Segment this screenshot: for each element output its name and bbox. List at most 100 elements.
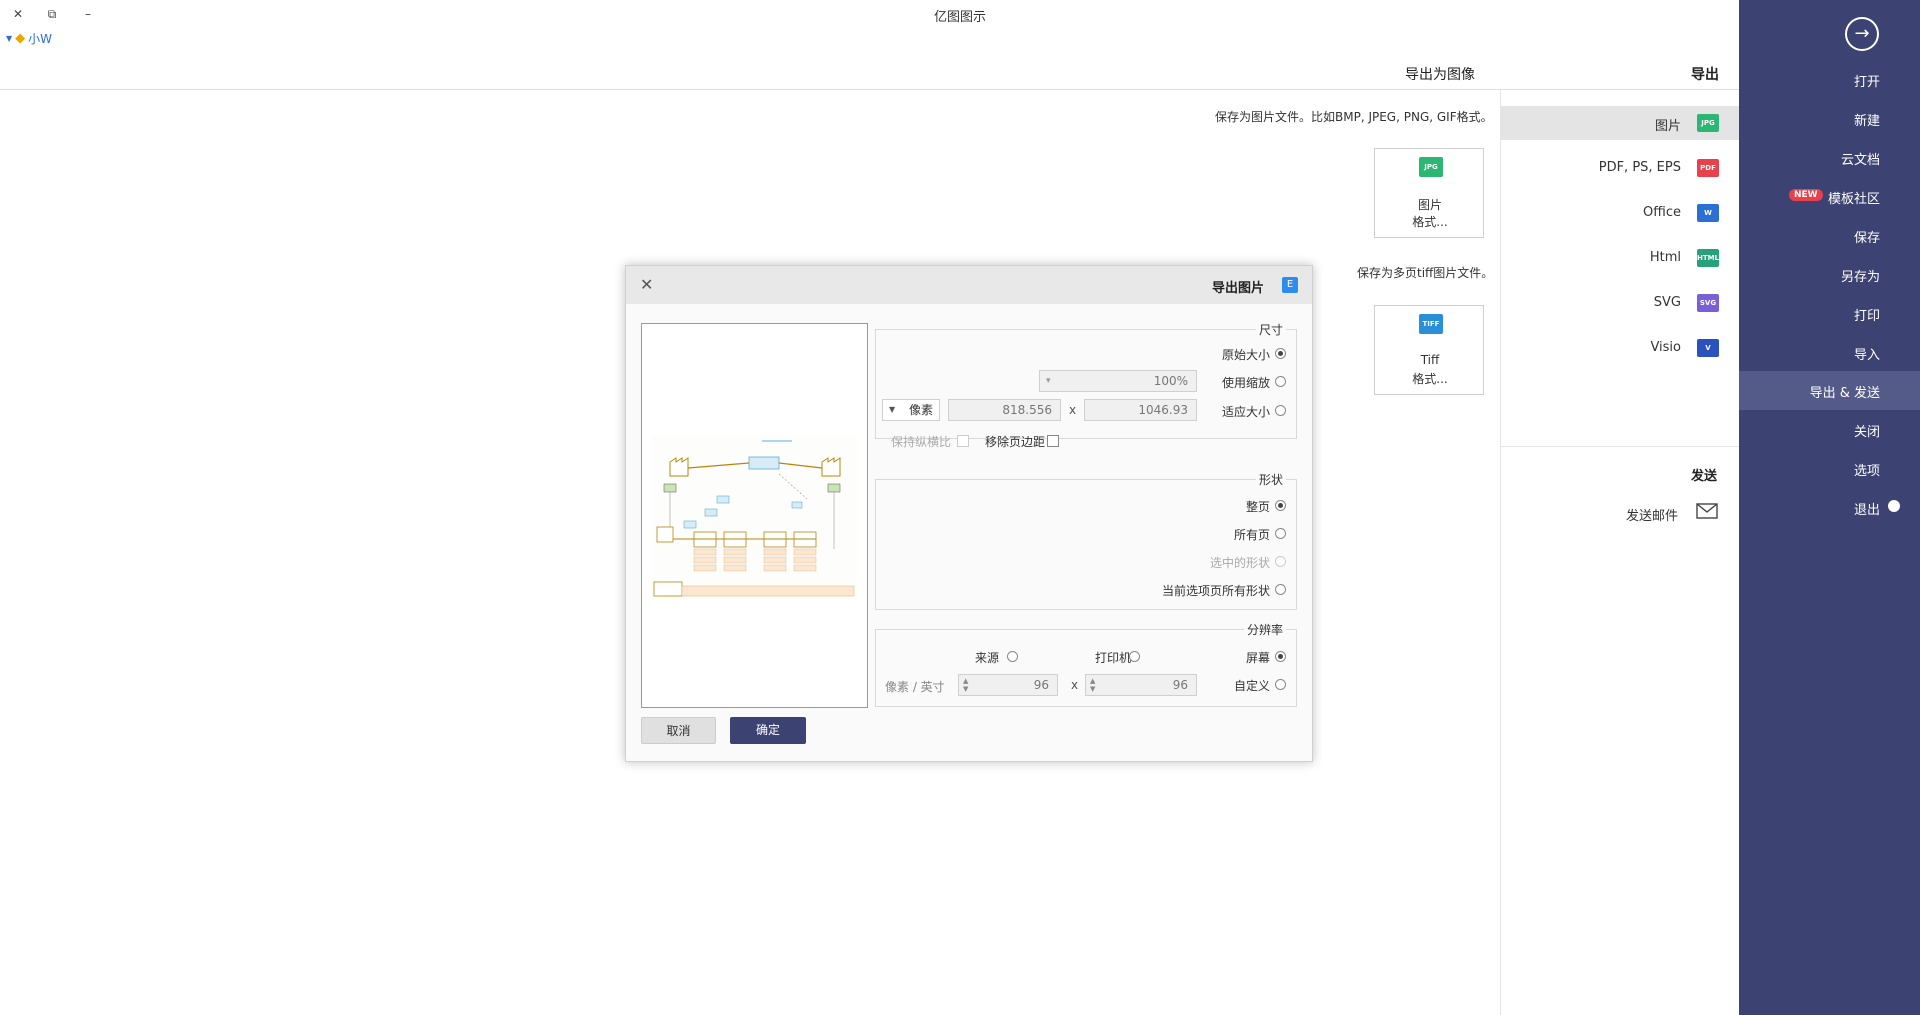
zoom-value: 100% — [1153, 374, 1188, 388]
back-arrow-icon[interactable]: → — [1845, 17, 1879, 51]
width-value: 1046.93 — [1138, 403, 1188, 417]
export-type-visio[interactable]: V Visio — [1501, 331, 1739, 365]
custom-radio[interactable] — [1275, 679, 1286, 690]
export-type-svg[interactable]: SVG SVG — [1501, 286, 1739, 320]
fit-size-radio[interactable] — [1275, 405, 1286, 416]
sidebar-item-label: 另存为 — [1840, 270, 1880, 285]
spinner-icon: ▲ ▼ — [963, 677, 969, 693]
sidebar-item-import[interactable]: 导入 — [1739, 333, 1920, 372]
current-page-shapes-label: 当前选项页所有形状 — [1161, 584, 1270, 598]
export-as-image-heading: 导出为图像 — [1405, 67, 1475, 83]
width-input[interactable]: 1046.93 — [1084, 399, 1197, 421]
sidebar-item-label: 打印 — [1853, 309, 1880, 324]
screen-radio[interactable] — [1275, 651, 1286, 662]
dpi-y-input[interactable]: ▲ ▼ 96 — [958, 674, 1058, 696]
html-icon: HTML — [1697, 249, 1719, 267]
dpi-x-input[interactable]: ▲ ▼ 96 — [1085, 674, 1197, 696]
dimension-separator: x — [1069, 403, 1077, 417]
shape-group: 形状 整页 所有页 选中的形状 当前选项页所有形状 — [875, 471, 1297, 610]
sidebar-item-print[interactable]: 打印 — [1739, 294, 1920, 333]
source-radio[interactable] — [1007, 651, 1018, 662]
chevron-down-icon: ▾ — [1046, 376, 1051, 386]
cancel-button[interactable]: 取消 — [641, 717, 716, 744]
sidebar-item-options[interactable]: 选项 — [1739, 449, 1920, 488]
exit-icon — [1888, 500, 1900, 512]
image-format-card[interactable]: JPG 图片 格式... — [1374, 148, 1484, 238]
printer-label: 打印机 — [1095, 651, 1132, 665]
sidebar-item-save-as[interactable]: 另存为 — [1739, 255, 1920, 294]
export-type-label: Office — [1643, 205, 1681, 220]
sidebar-item-label: 关闭 — [1853, 425, 1880, 440]
send-mail-label: 发送邮件 — [1626, 509, 1679, 524]
use-zoom-radio[interactable] — [1275, 376, 1286, 387]
dialog-titlebar: ✕ 导出图片 E — [626, 266, 1312, 304]
dpi-x-value: 96 — [1172, 678, 1188, 692]
group-title: 形状 — [1255, 471, 1286, 488]
title-bar: 亿图图示 ✕ ⧉ – — [0, 0, 1739, 28]
export-type-label: Html — [1649, 250, 1681, 265]
sidebar-item-exit[interactable]: 退出 — [1739, 488, 1920, 527]
close-icon[interactable]: ✕ — [8, 4, 28, 24]
all-pages-label: 所有页 — [1233, 528, 1270, 542]
current-page-shapes-radio[interactable] — [1275, 584, 1286, 595]
app-title: 亿图图示 — [933, 10, 986, 25]
chevron-down-icon: ▼ — [6, 34, 13, 43]
sidebar-item-template-community[interactable]: NEW 模板社区 — [1739, 177, 1920, 216]
tiff-format-card[interactable]: TIFF Tiff 格式... — [1374, 305, 1484, 395]
remove-margin-label: 移除页边距 — [985, 435, 1046, 449]
sidebar-item-label: 打开 — [1853, 75, 1880, 90]
export-type-pdf[interactable]: PDF PDF, PS, EPS — [1501, 151, 1739, 185]
resolution-group: 分辨率 屏幕 打印机 来源 自定义 ▲ ▼ 96 x ▲ ▼ 96 像素 / 英寸 — [875, 621, 1297, 707]
export-type-image[interactable]: JPG 图片 — [1501, 106, 1739, 140]
spinner-icon: ▲ ▼ — [1090, 677, 1096, 693]
source-label: 来源 — [975, 651, 1000, 665]
unit-select[interactable]: ▼ 像素 — [882, 399, 940, 421]
export-type-label: Visio — [1650, 340, 1681, 355]
restore-icon[interactable]: ⧉ — [42, 4, 62, 24]
sidebar-item-new[interactable]: 新建 — [1739, 99, 1920, 138]
mail-icon — [1696, 503, 1718, 519]
sidebar-item-save[interactable]: 保存 — [1739, 216, 1920, 255]
sidebar-item-cloud-docs[interactable]: 云文档 — [1739, 138, 1920, 177]
minimize-icon[interactable]: – — [78, 4, 98, 24]
send-mail-item[interactable]: 发送邮件 — [1620, 503, 1720, 524]
dimension-separator: x — [1071, 678, 1079, 692]
sidebar-item-export-send[interactable]: 导出 & 发送 — [1739, 371, 1920, 410]
image-description: 保存为图片文件。比如BMP, JPEG, PNG, GIF格式。 — [1215, 110, 1493, 124]
user-name: 小W — [28, 32, 53, 46]
export-type-office[interactable]: W Office — [1501, 196, 1739, 230]
sidebar-item-open[interactable]: 打开 — [1739, 60, 1920, 99]
selected-shapes-radio[interactable] — [1275, 556, 1286, 567]
app-logo-icon: E — [1282, 277, 1298, 293]
zoom-select[interactable]: ▾ 100% — [1039, 370, 1197, 392]
whole-page-radio[interactable] — [1275, 500, 1286, 511]
ok-button[interactable]: 确定 — [730, 717, 806, 744]
sidebar-item-close[interactable]: 关闭 — [1739, 410, 1920, 449]
dpi-y-value: 96 — [1033, 678, 1049, 692]
send-divider — [1500, 446, 1739, 447]
header-divider — [0, 89, 1739, 90]
remove-margin-checkbox[interactable] — [1047, 435, 1059, 447]
group-title: 尺寸 — [1255, 321, 1286, 338]
card-name: Tiff — [1420, 353, 1440, 367]
selected-shapes-label: 选中的形状 — [1209, 556, 1270, 570]
all-pages-radio[interactable] — [1275, 528, 1286, 539]
export-image-dialog: ✕ 导出图片 E 尺寸 原始大小 使用缩放 ▾ 100% 适应大小 1046.9… — [625, 265, 1313, 762]
fit-size-label: 适应大小 — [1221, 405, 1270, 419]
card-name: 图片 — [1417, 198, 1442, 212]
tiff-description: 保存为多页tiff图片文件。 — [1357, 266, 1494, 280]
original-size-radio[interactable] — [1275, 348, 1286, 359]
export-type-html[interactable]: HTML Html — [1501, 241, 1739, 275]
send-heading: 发送 — [1691, 469, 1718, 484]
user-menu[interactable]: ▼ ◆ 小W — [6, 30, 52, 47]
height-value: 818.556 — [1002, 403, 1052, 417]
keep-ratio-label: 保持纵横比 — [891, 435, 952, 449]
tiff-icon: TIFF — [1419, 314, 1443, 334]
chevron-down-icon: ▼ — [889, 405, 896, 414]
close-icon[interactable]: ✕ — [640, 275, 653, 294]
height-input[interactable]: 818.556 — [948, 399, 1061, 421]
sidebar-item-label: 退出 — [1853, 503, 1880, 518]
keep-ratio-checkbox[interactable] — [957, 435, 969, 447]
sidebar-item-label: 选项 — [1853, 464, 1880, 479]
use-zoom-label: 使用缩放 — [1221, 376, 1270, 390]
